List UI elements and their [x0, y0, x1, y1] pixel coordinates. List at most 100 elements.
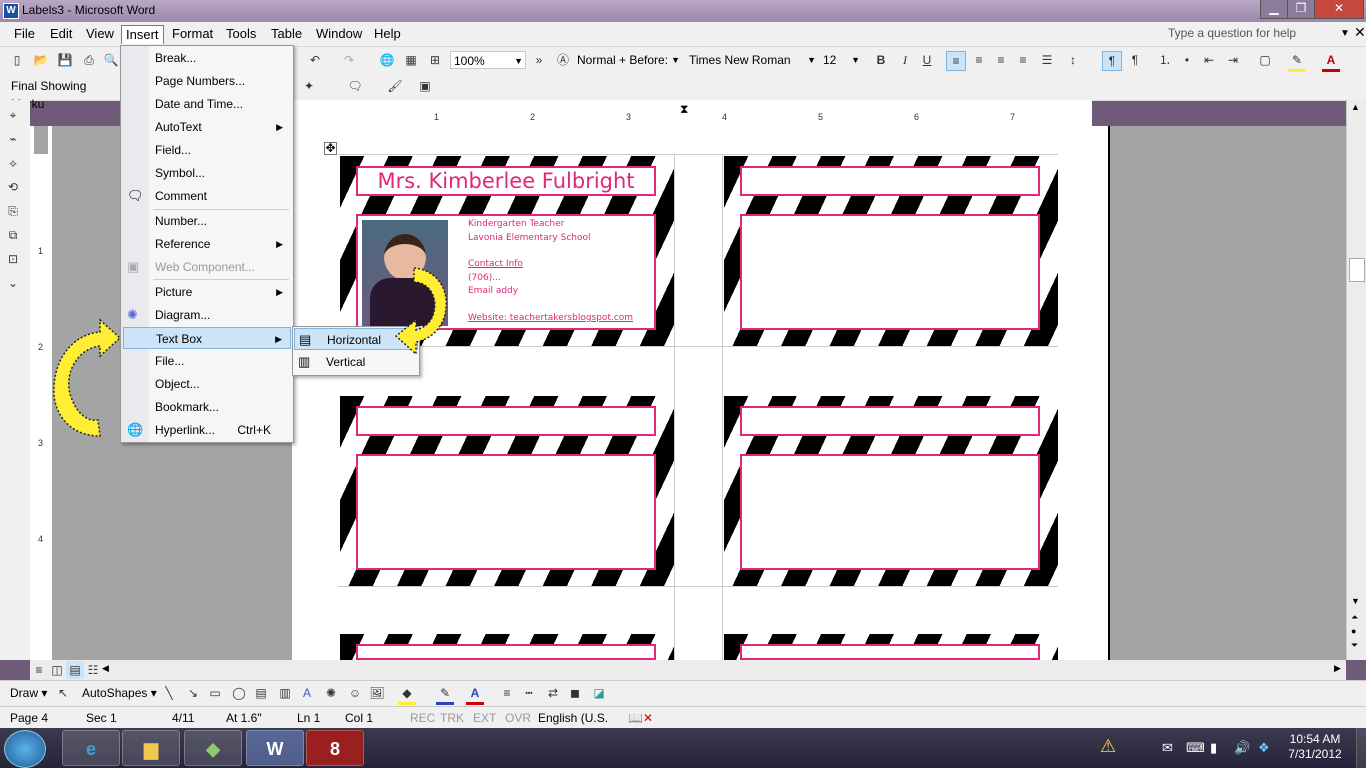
text-box-tool-icon[interactable]: ▤ — [252, 684, 270, 702]
photo-app-icon[interactable]: ◆ — [184, 730, 242, 766]
spelling-status-icon[interactable]: 📖✕ — [628, 711, 653, 725]
dropbox-icon[interactable]: ❖ — [1258, 740, 1270, 756]
select-browse-object-icon[interactable]: ● — [1351, 626, 1356, 636]
draw-menu-button[interactable]: Draw ▾ — [10, 686, 47, 700]
status-ext[interactable]: EXT — [473, 711, 496, 725]
previous-page-icon[interactable]: ⏶ — [1351, 612, 1358, 623]
menu-item-page-numbers[interactable]: Page Numbers... — [123, 70, 291, 92]
shadow-style-icon[interactable]: ◼ — [566, 684, 584, 702]
font-size-combo[interactable]: 12 ▼ — [820, 51, 862, 69]
open-folder-icon[interactable]: 📂 — [32, 51, 50, 69]
scroll-up-icon[interactable]: ▲ — [1351, 102, 1360, 112]
bullets-icon[interactable]: • — [1178, 51, 1196, 69]
menu-item-file[interactable]: File... — [123, 350, 291, 372]
clip-art-icon[interactable]: ☺ — [346, 684, 364, 702]
word-app-icon[interactable]: W — [3, 3, 19, 19]
highlight-icon[interactable]: ✎ — [1288, 51, 1306, 72]
status-language[interactable]: English (U.S. — [538, 711, 608, 725]
align-right-icon[interactable]: ≡ — [992, 51, 1010, 69]
menu-tools[interactable]: Tools — [222, 25, 260, 43]
menu-item-autotext[interactable]: AutoText ▶ — [123, 116, 291, 138]
insert-picture-icon[interactable]: 🖼 — [368, 684, 386, 702]
connector-tool-icon[interactable]: ⌁ — [4, 130, 22, 148]
decrease-indent-icon[interactable]: ⇤ — [1200, 51, 1218, 69]
order-tool-icon[interactable]: ⧉ — [4, 226, 22, 244]
ltr-paragraph-icon[interactable]: ¶ — [1102, 51, 1122, 71]
status-rec[interactable]: REC — [410, 711, 435, 725]
menu-item-date-time[interactable]: Date and Time... — [123, 93, 291, 115]
print-icon[interactable]: ⎙ — [80, 51, 98, 69]
close-button[interactable]: ✕ — [1314, 0, 1364, 19]
card-name-box[interactable]: Mrs. Kimberlee Fulbright — [356, 166, 656, 196]
font-combo[interactable]: Times New Roman ▼ — [686, 51, 818, 69]
justify-icon[interactable]: ≡ — [1014, 51, 1032, 69]
tables-borders-icon[interactable]: ▦ — [402, 51, 420, 69]
ask-question-box[interactable]: Type a question for help — [1168, 26, 1328, 42]
menu-table[interactable]: Table — [267, 25, 306, 43]
fill-color-icon[interactable]: ◆ — [398, 684, 416, 705]
menu-item-bookmark[interactable]: Bookmark... — [123, 396, 291, 418]
3d-style-icon[interactable]: ◪ — [590, 684, 608, 702]
web-layout-icon[interactable]: ◫ — [48, 661, 66, 679]
menu-item-reference[interactable]: Reference ▶ — [123, 233, 291, 255]
status-trk[interactable]: TRK — [440, 711, 464, 725]
diagram-tool-icon[interactable]: ✺ — [322, 684, 340, 702]
scroll-down-icon[interactable]: ▼ — [1351, 596, 1360, 606]
underline-button[interactable]: U — [918, 51, 936, 69]
rectangle-tool-icon[interactable]: ▭ — [206, 684, 224, 702]
horizontal-scrollbar[interactable]: ◀ ▶ — [100, 660, 1346, 680]
increase-indent-icon[interactable]: ⇥ — [1224, 51, 1242, 69]
print-preview-icon[interactable]: 🔍 — [102, 51, 120, 69]
normal-view-icon[interactable]: ≡ — [30, 661, 48, 679]
menu-item-symbol[interactable]: Symbol... — [123, 162, 291, 184]
card-body-box[interactable] — [740, 214, 1040, 330]
label-card-4[interactable] — [724, 396, 1058, 586]
indent-marker-icon[interactable]: ⧗ — [680, 102, 688, 117]
close-document-icon[interactable]: ✕ — [1354, 24, 1366, 41]
word-taskbar-icon[interactable]: W — [246, 730, 304, 766]
select-objects-icon[interactable]: ↖ — [54, 684, 72, 702]
vertical-scrollbar[interactable]: ▲ ▼ ⏶ ● ⏷ — [1346, 100, 1366, 660]
document-page[interactable]: ✥ Mrs. Kimberlee Fulbright Kindergarten … — [292, 126, 1108, 660]
borders-icon[interactable]: ▢ — [1256, 51, 1274, 69]
menu-item-hyperlink[interactable]: 🌐 Hyperlink... Ctrl+K — [123, 419, 291, 441]
horizontal-ruler[interactable]: 1 2 3 4 5 6 7 ⧗ — [292, 100, 1092, 127]
wordart-icon[interactable]: A — [298, 684, 316, 702]
insert-hyperlink-icon[interactable]: 🌐 — [378, 51, 396, 69]
layout-icon[interactable]: ▣ — [416, 77, 434, 95]
scroll-left-icon[interactable]: ◀ — [102, 663, 109, 674]
autoshapes-menu-button[interactable]: AutoShapes ▾ — [82, 686, 157, 700]
insert-comment-icon[interactable]: 🗨 — [346, 77, 364, 95]
menu-item-object[interactable]: Object... — [123, 373, 291, 395]
line-spacing-icon[interactable]: ↕ — [1064, 51, 1082, 69]
internet-explorer-icon[interactable]: e — [62, 730, 120, 766]
arrow-style-icon[interactable]: ⇄ — [544, 684, 562, 702]
menu-insert[interactable]: Insert — [121, 25, 164, 44]
card-name-box[interactable] — [356, 644, 656, 660]
shape-tool-icon[interactable]: ⌖ — [4, 106, 22, 124]
line-color-icon[interactable]: ✎ — [436, 684, 454, 705]
scroll-right-icon[interactable]: ▶ — [1334, 663, 1341, 674]
maximize-button[interactable]: ❐ — [1287, 0, 1315, 19]
line-style-icon[interactable]: ≡ — [498, 684, 516, 702]
oval-tool-icon[interactable]: ◯ — [230, 684, 248, 702]
text-wrap-tool-icon[interactable]: ⊡ — [4, 250, 22, 268]
zoom-combo[interactable]: 100% ▼ — [450, 51, 526, 69]
menu-view[interactable]: View — [82, 25, 118, 43]
menu-item-picture[interactable]: Picture ▶ — [123, 281, 291, 303]
action-center-icon[interactable]: ⚠ — [1100, 736, 1116, 757]
show-desktop-button[interactable] — [1356, 728, 1366, 768]
card-name-box[interactable] — [356, 406, 656, 436]
group-tool-icon[interactable]: ⟡ — [4, 154, 22, 172]
label-card-1[interactable]: Mrs. Kimberlee Fulbright Kindergarten Te… — [340, 156, 674, 346]
menu-item-comment[interactable]: 🗨 Comment — [123, 185, 291, 207]
volume-icon[interactable]: 🔊 — [1234, 740, 1250, 756]
new-document-icon[interactable]: ▯ — [8, 51, 26, 69]
align-center-icon[interactable]: ≡ — [970, 51, 988, 69]
vertical-text-box-tool-icon[interactable]: ▥ — [276, 684, 294, 702]
more-tools-icon[interactable]: ⌄ — [4, 274, 22, 292]
menu-edit[interactable]: Edit — [46, 25, 76, 43]
minimize-button[interactable]: ▁ — [1260, 0, 1288, 19]
table-move-handle-icon[interactable]: ✥ — [324, 142, 337, 155]
menu-item-diagram[interactable]: ✺ Diagram... — [123, 304, 291, 326]
